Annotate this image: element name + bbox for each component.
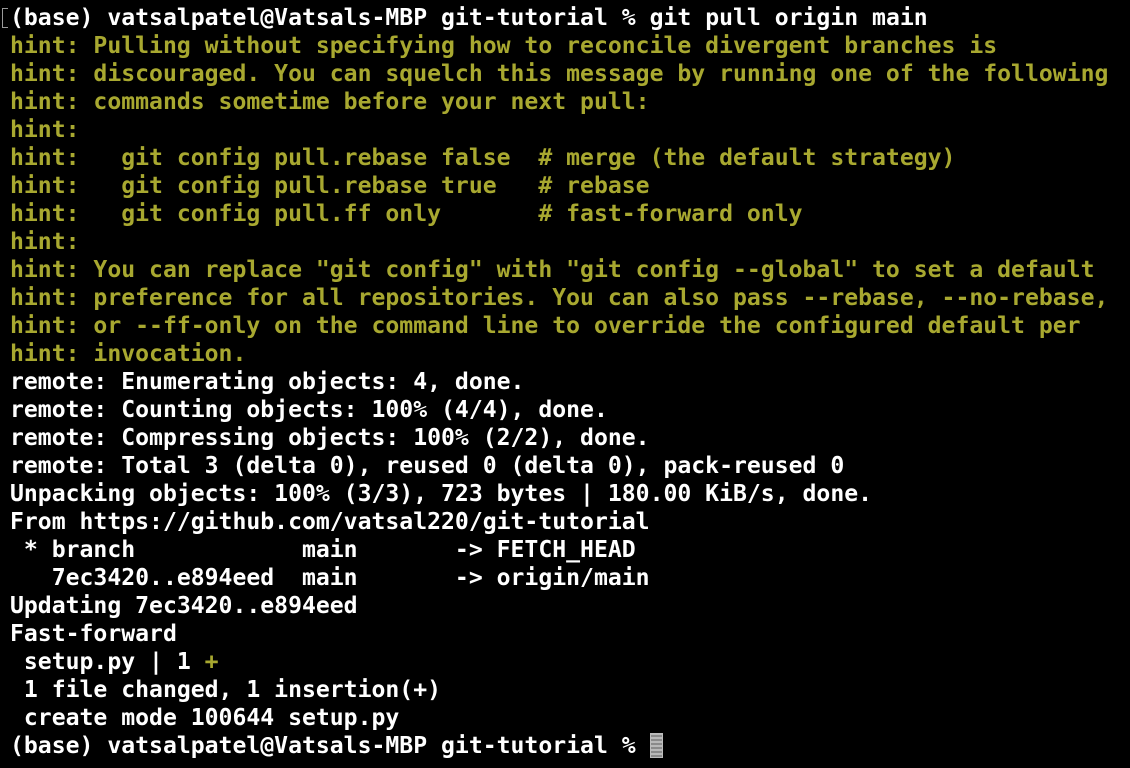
output-line: remote: Counting objects: 100% (4/4), do… [10, 397, 608, 423]
output-line: remote: Enumerating objects: 4, done. [10, 369, 525, 395]
hint-line: hint: or --ff-only on the command line t… [10, 313, 1081, 339]
final-prompt-line[interactable]: (base) vatsalpatel@Vatsals-MBP git-tutor… [10, 732, 1130, 760]
output-line: Unpacking objects: 100% (3/3), 723 bytes… [10, 481, 873, 507]
output-line: From https://github.com/vatsal220/git-tu… [10, 509, 650, 535]
summary-line: 1 file changed, 1 insertion(+) [10, 677, 442, 703]
hint-line: hint: [10, 229, 80, 255]
hint-line: hint: commands sometime before your next… [10, 89, 650, 115]
output-line: remote: Total 3 (delta 0), reused 0 (del… [10, 453, 845, 479]
command: git pull origin main [649, 5, 928, 31]
cursor-block [649, 733, 663, 758]
diffstat-file: setup.py | 1 [10, 649, 205, 675]
output-line: Fast-forward [10, 621, 177, 647]
output-line: remote: Compressing objects: 100% (2/2),… [10, 425, 650, 451]
output-line: * branch main -> FETCH_HEAD [10, 537, 636, 563]
output-line: 7ec3420..e894eed main -> origin/main [10, 565, 650, 591]
terminal-window[interactable]: (base) vatsalpatel@Vatsals-MBP git-tutor… [0, 0, 1130, 768]
prompt: (base) vatsalpatel@Vatsals-MBP git-tutor… [10, 5, 650, 31]
hint-line: hint: git config pull.ff only # fast-for… [10, 201, 803, 227]
hint-line: hint: git config pull.rebase false # mer… [10, 145, 956, 171]
hint-line: hint: preference for all repositories. Y… [10, 285, 1109, 311]
hint-line: hint: invocation. [10, 341, 247, 367]
hint-line: hint: [10, 117, 80, 143]
output-line: Updating 7ec3420..e894eed [10, 593, 358, 619]
hint-line: hint: Pulling without specifying how to … [10, 33, 998, 59]
diffstat-plus: + [204, 649, 219, 675]
summary-line: create mode 100644 setup.py [10, 705, 400, 731]
hint-line: hint: discouraged. You can squelch this … [10, 61, 1109, 87]
command-line: (base) vatsalpatel@Vatsals-MBP git-tutor… [10, 4, 1130, 32]
diffstat-line: setup.py | 1 + [10, 648, 1130, 676]
final-prompt: (base) vatsalpatel@Vatsals-MBP git-tutor… [10, 733, 650, 759]
line-mark-icon [2, 8, 8, 28]
hint-line: hint: git config pull.rebase true # reba… [10, 173, 650, 199]
hint-line: hint: You can replace "git config" with … [10, 257, 1095, 283]
